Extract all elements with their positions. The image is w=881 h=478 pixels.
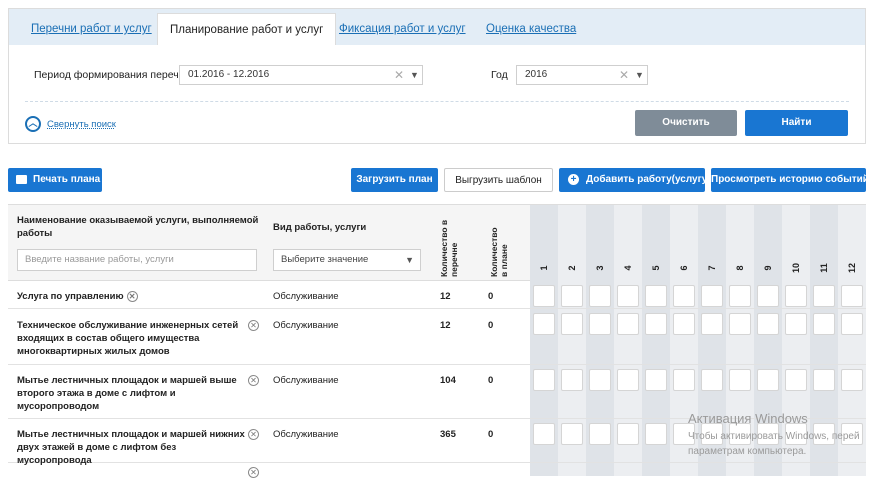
row-qty-plan: 0 bbox=[488, 429, 494, 440]
row-qty-list: 12 bbox=[440, 320, 451, 331]
remove-icon[interactable]: ✕ bbox=[248, 320, 259, 331]
col-qty-plan-text: Количество в плане bbox=[489, 227, 509, 277]
add-work-button[interactable]: + Добавить работу(услугу) bbox=[559, 168, 711, 192]
load-plan-button[interactable]: Загрузить план bbox=[351, 168, 438, 192]
col-qty-list-header: Количество в перечне bbox=[439, 217, 459, 277]
table-row: Услуга по управлению ✕ Обслуживание 12 0 bbox=[8, 281, 866, 309]
plus-icon: + bbox=[568, 173, 579, 185]
row-qty-list: 12 bbox=[440, 291, 451, 302]
divider bbox=[25, 101, 849, 102]
month-label: 6 bbox=[679, 265, 689, 271]
chevron-up-icon[interactable]: ︿ bbox=[25, 116, 41, 132]
col-type-header: Вид работы, услуги bbox=[273, 222, 367, 233]
tab-planning[interactable]: Планирование работ и услуг bbox=[157, 13, 337, 45]
row-qty-plan: 0 bbox=[488, 320, 494, 331]
type-filter-select[interactable]: Выберите значение ▼ bbox=[273, 249, 421, 271]
row-name-text: Услуга по управлению bbox=[17, 291, 124, 302]
row-name: Услуга по управлению ✕ bbox=[17, 290, 138, 303]
month-label: 3 bbox=[595, 265, 605, 271]
clear-button[interactable]: Очистить bbox=[635, 110, 737, 136]
tab-fixation[interactable]: Фиксация работ и услуг bbox=[339, 13, 466, 45]
add-work-label: Добавить работу(услугу) bbox=[586, 174, 711, 185]
row-name: Техническое обслуживание инженерных сете… bbox=[17, 320, 239, 357]
watermark-title: Активация Windows bbox=[688, 411, 808, 426]
month-label: 2 bbox=[567, 265, 577, 271]
chevron-down-icon[interactable]: ▼ bbox=[405, 250, 414, 270]
tabs-bar: Перечни работ и услуг Планирование работ… bbox=[9, 9, 865, 45]
row-type: Обслуживание bbox=[273, 320, 339, 331]
month-label: 9 bbox=[763, 265, 773, 271]
table-row: Техническое обслуживание инженерных сете… bbox=[8, 309, 866, 365]
month-label: 8 bbox=[735, 265, 745, 271]
print-plan-label: Печать плана bbox=[33, 174, 101, 185]
remove-icon[interactable]: ✕ bbox=[126, 290, 138, 302]
month-label: 4 bbox=[623, 265, 633, 271]
collapse-search-link[interactable]: ︿ Свернуть поиск bbox=[25, 114, 116, 134]
row-qty-list: 365 bbox=[440, 429, 456, 440]
col-name-header: Наименование оказываемой услуги, выполня… bbox=[17, 215, 259, 239]
remove-icon[interactable]: ✕ bbox=[248, 429, 259, 440]
view-history-button[interactable]: Просмотреть историю событий bbox=[711, 168, 869, 192]
row-qty-plan: 0 bbox=[488, 291, 494, 302]
remove-icon[interactable]: ✕ bbox=[248, 467, 259, 478]
row-qty-list: 104 bbox=[440, 375, 456, 386]
watermark-line1: Чтобы активировать Windows, перей bbox=[688, 431, 860, 442]
year-label: Год bbox=[491, 69, 508, 81]
month-label: 5 bbox=[651, 265, 661, 271]
table-row: ✕ bbox=[8, 463, 866, 478]
tab-quality[interactable]: Оценка качества bbox=[486, 13, 576, 45]
month-label: 10 bbox=[791, 263, 801, 274]
watermark-line2: параметрам компьютера. bbox=[688, 446, 807, 457]
period-value: 01.2016 - 12.2016 bbox=[188, 69, 270, 80]
col-qty-plan-header: Количество в плане bbox=[489, 221, 509, 277]
col-qty-list-text: Количество в перечне bbox=[439, 219, 459, 277]
type-filter-placeholder: Выберите значение bbox=[281, 254, 369, 265]
printer-icon bbox=[16, 174, 27, 184]
month-label: 11 bbox=[819, 263, 829, 273]
row-type: Обслуживание bbox=[273, 291, 339, 302]
export-template-button[interactable]: Выгрузить шаблон bbox=[444, 168, 553, 192]
print-plan-button[interactable]: Печать плана bbox=[8, 168, 102, 192]
year-select[interactable]: 2016 ✕ ▼ bbox=[516, 65, 648, 85]
row-type: Обслуживание bbox=[273, 375, 339, 386]
row-name: Мытье лестничных площадок и маршей нижни… bbox=[17, 429, 245, 466]
clear-icon[interactable]: ✕ bbox=[619, 66, 629, 84]
remove-icon[interactable]: ✕ bbox=[248, 375, 259, 386]
row-qty-plan: 0 bbox=[488, 375, 494, 386]
row-name: Мытье лестничных площадок и маршей выше … bbox=[17, 375, 237, 412]
period-select[interactable]: 01.2016 - 12.2016 ✕ ▼ bbox=[179, 65, 423, 85]
tab-work-lists[interactable]: Перечни работ и услуг bbox=[31, 13, 152, 45]
name-filter-input[interactable]: Введите название работы, услуги bbox=[17, 249, 257, 271]
search-panel: Перечни работ и услуг Планирование работ… bbox=[8, 8, 866, 144]
year-value: 2016 bbox=[525, 69, 548, 80]
month-label: 12 bbox=[847, 263, 857, 274]
row-type: Обслуживание bbox=[273, 429, 339, 440]
period-label: Период формирования перечня bbox=[34, 69, 191, 81]
clear-icon[interactable]: ✕ bbox=[394, 66, 404, 84]
chevron-down-icon[interactable]: ▼ bbox=[635, 66, 644, 84]
month-label: 7 bbox=[707, 265, 717, 271]
find-button[interactable]: Найти bbox=[745, 110, 848, 136]
collapse-search-label: Свернуть поиск bbox=[47, 118, 116, 130]
chevron-down-icon[interactable]: ▼ bbox=[410, 66, 419, 84]
month-label: 1 bbox=[539, 265, 549, 271]
